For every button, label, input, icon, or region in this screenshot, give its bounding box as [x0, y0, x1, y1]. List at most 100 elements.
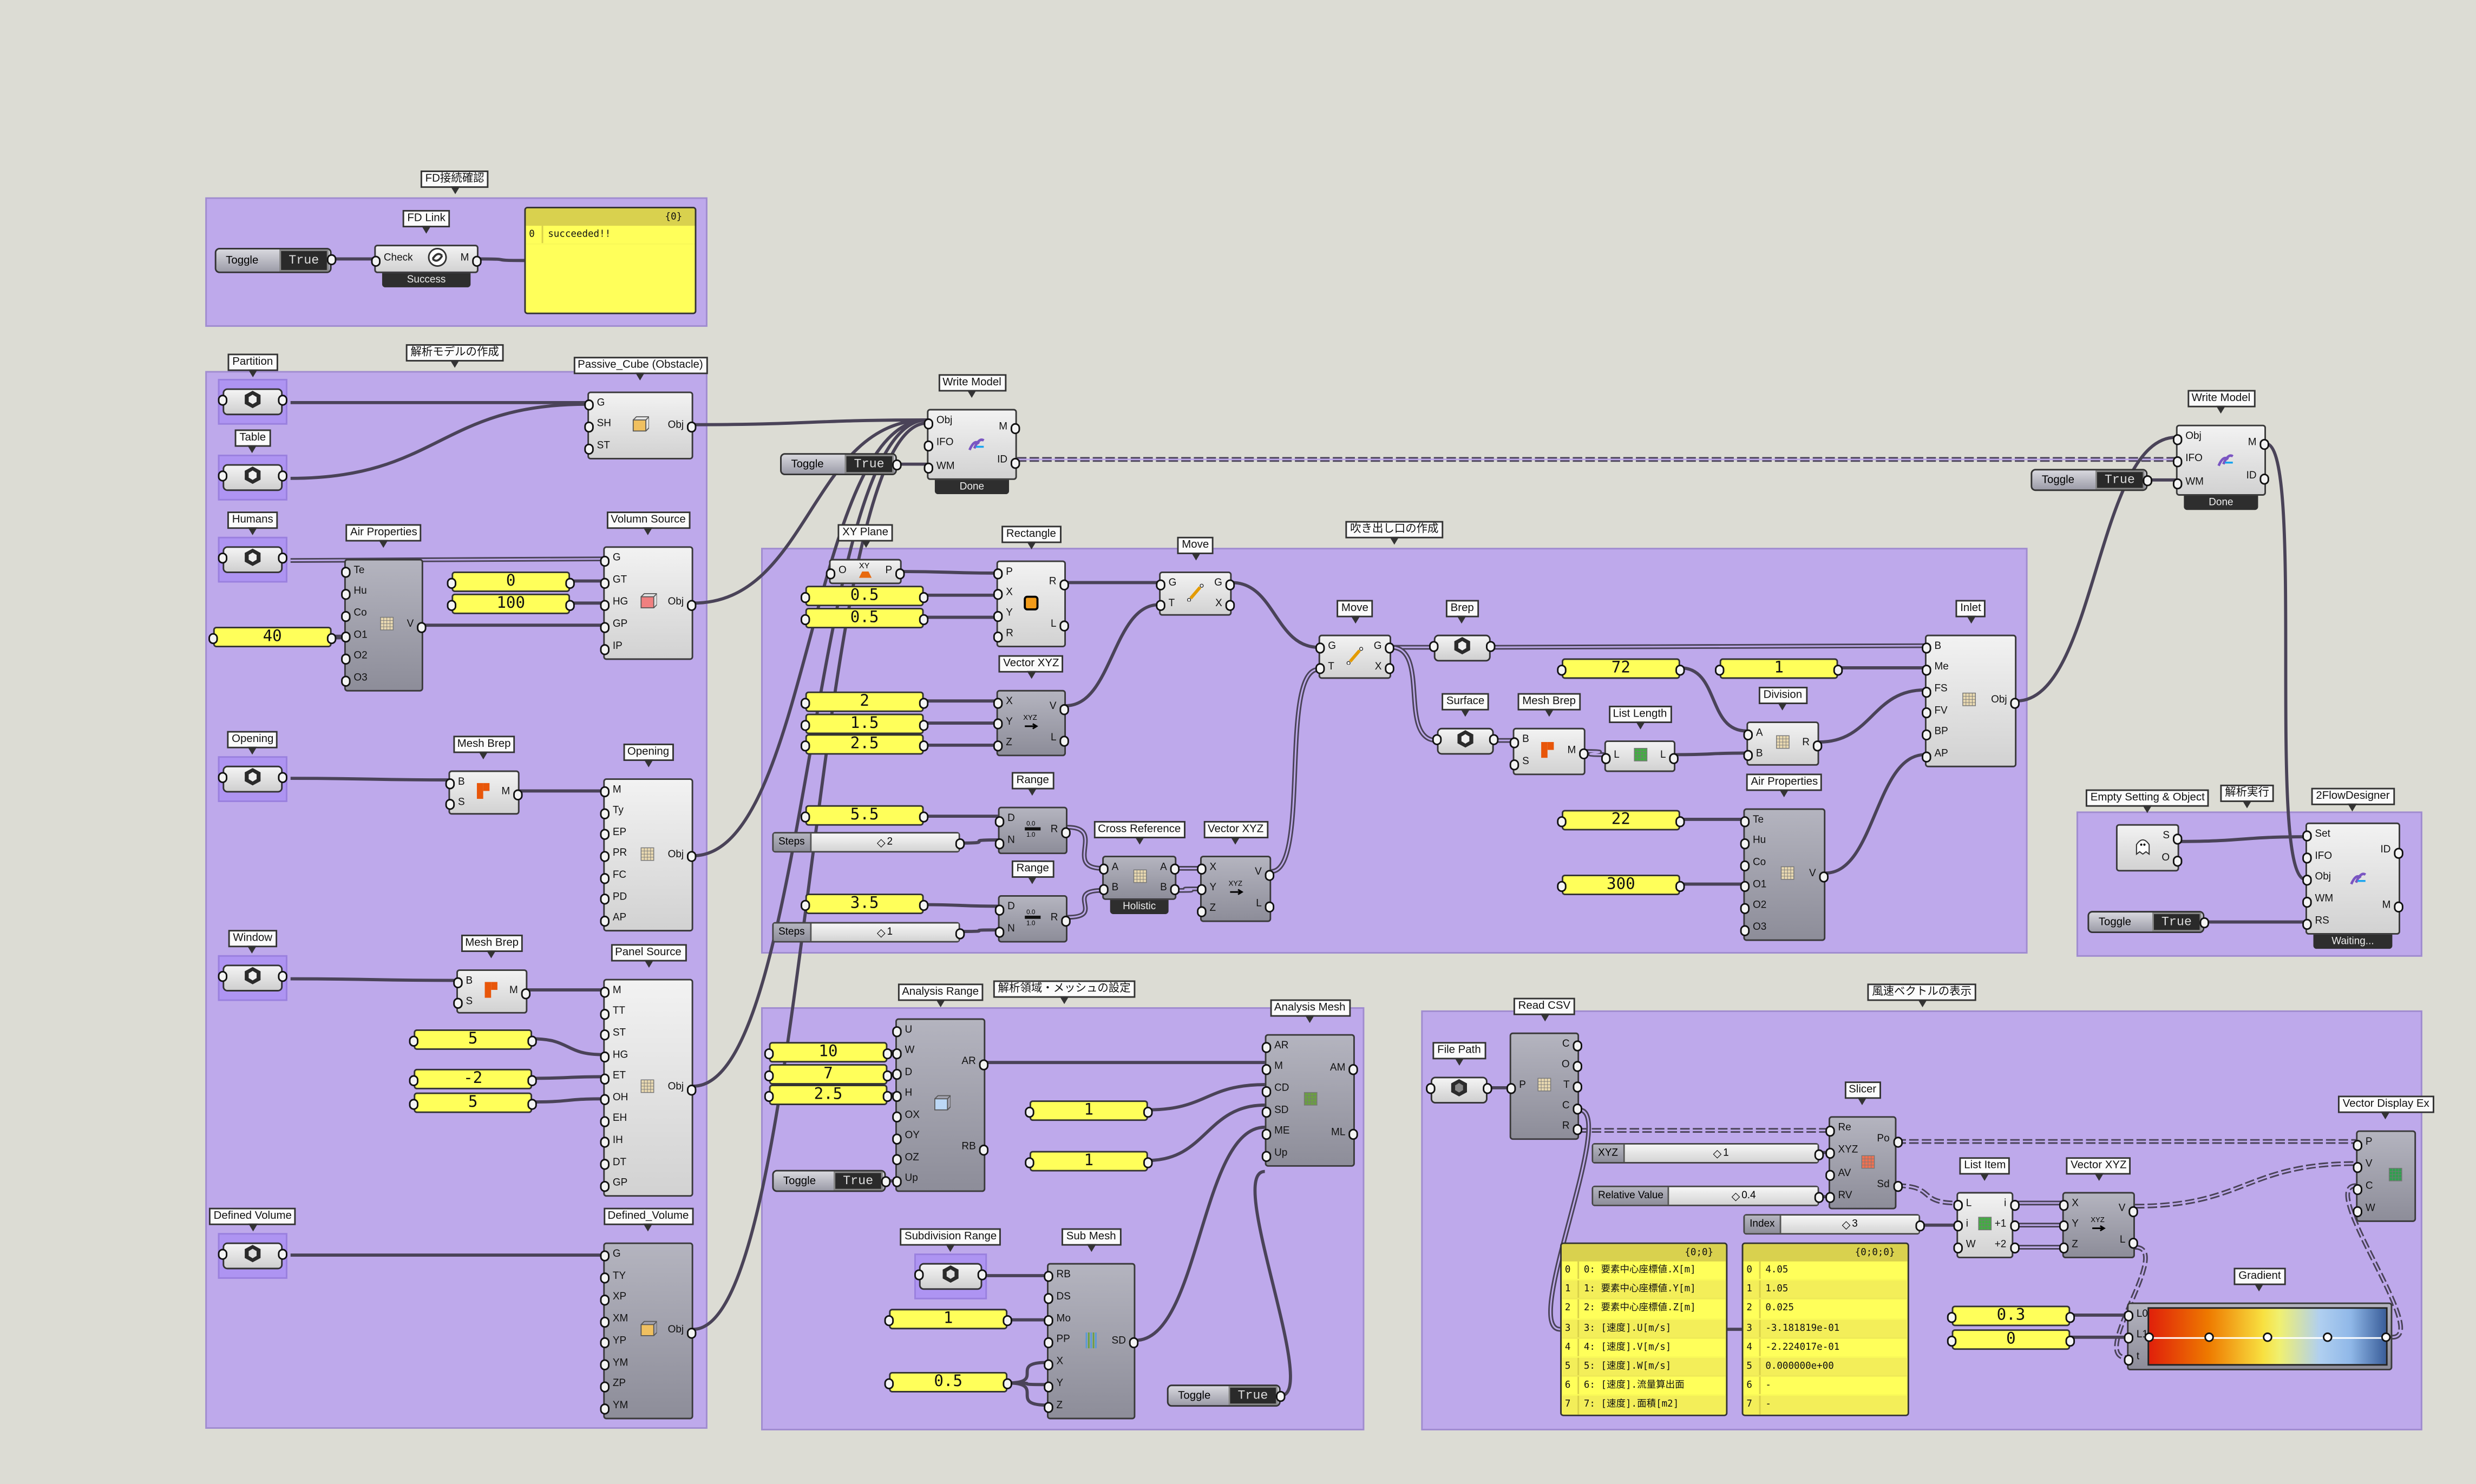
component-opening[interactable]: M Ty EP PR FC PD AP Obj: [600, 778, 697, 932]
number-n35[interactable]: 3.5: [800, 894, 929, 915]
input-port[interactable]: ZP: [600, 1379, 628, 1393]
input-port[interactable]: YM: [600, 1401, 628, 1414]
component-division[interactable]: AB R: [1742, 721, 1822, 766]
output-port[interactable]: M: [501, 786, 525, 800]
gradient-handle[interactable]: [2322, 1331, 2332, 1342]
slider-track[interactable]: ◇ 2: [811, 833, 959, 851]
input-port[interactable]: S: [452, 995, 473, 1009]
output-port[interactable]: M: [2381, 899, 2402, 913]
input-port[interactable]: Check: [370, 253, 413, 266]
input-port[interactable]: TY: [600, 1270, 628, 1284]
input-port[interactable]: PP: [1044, 1335, 1071, 1349]
input-port[interactable]: DS: [1044, 1291, 1071, 1305]
input-port[interactable]: A: [1098, 861, 1118, 875]
slider-knob-icon[interactable]: ◇: [1713, 1147, 1722, 1159]
gradient-handle[interactable]: [2145, 1331, 2154, 1342]
input-port[interactable]: W: [892, 1046, 919, 1059]
input-port[interactable]: G: [600, 1249, 628, 1262]
input-port[interactable]: L: [1602, 750, 1620, 764]
output-port[interactable]: Obj: [668, 597, 697, 610]
output-port[interactable]: C: [1562, 1101, 1583, 1114]
output-port[interactable]: Obj: [1991, 695, 2020, 708]
input-port[interactable]: Y: [992, 717, 1013, 731]
input-port[interactable]: B: [1098, 882, 1118, 895]
input-port[interactable]: WM: [2173, 476, 2204, 490]
input-port[interactable]: U: [892, 1024, 919, 1038]
gradient-handle[interactable]: [2204, 1331, 2213, 1342]
toggle-value[interactable]: True: [833, 1171, 883, 1191]
gradient-handle[interactable]: [2381, 1331, 2391, 1342]
output-port[interactable]: R: [1802, 737, 1822, 751]
component-writemodel2[interactable]: Obj IFO WM M ID Done: [2173, 424, 2268, 510]
slider-s2[interactable]: Steps ◇ 1: [772, 922, 965, 943]
input-port[interactable]: XYZ: [1825, 1145, 1858, 1159]
input-port[interactable]: OY: [892, 1131, 920, 1145]
component-passive[interactable]: G SH ST Obj: [584, 391, 697, 459]
number-n03[interactable]: 0.3: [1947, 1305, 2075, 1327]
toggle-value[interactable]: True: [2095, 470, 2145, 490]
input-port[interactable]: AP: [600, 913, 627, 927]
component-vec1[interactable]: X Y Z XYZ V L: [992, 690, 1071, 757]
input-port[interactable]: SD: [1262, 1105, 1289, 1119]
component-anmesh[interactable]: AR M CD SD ME Up AM ML: [1262, 1034, 1358, 1167]
input-port[interactable]: FV: [1922, 705, 1948, 719]
input-port[interactable]: FS: [1922, 684, 1948, 698]
output-port[interactable]: V: [1050, 701, 1071, 714]
input-port[interactable]: Me: [1922, 662, 1949, 676]
number-n55[interactable]: 5.5: [800, 805, 929, 826]
input-port[interactable]: Z: [1196, 903, 1216, 917]
input-port[interactable]: Te: [341, 565, 367, 579]
input-port[interactable]: XP: [600, 1292, 628, 1306]
input-port[interactable]: Set: [2302, 829, 2333, 842]
param-humans[interactable]: [218, 546, 287, 573]
input-port[interactable]: P: [1505, 1080, 1526, 1094]
component-definedvol[interactable]: G TY XP XM YP YM ZP YM Obj: [600, 1242, 697, 1420]
input-port[interactable]: X: [1196, 862, 1216, 875]
input-port[interactable]: DT: [600, 1157, 628, 1170]
toggle-t3[interactable]: Toggle True: [2030, 469, 2153, 491]
output-port[interactable]: X: [1214, 597, 1235, 611]
input-port[interactable]: H: [892, 1088, 919, 1102]
component-flowdesigner[interactable]: Set IFO Obj WM RS ID M Waiting...: [2302, 822, 2402, 949]
output-port[interactable]: M: [2246, 437, 2268, 451]
slider-s3[interactable]: XYZ ◇ 1: [1591, 1142, 1824, 1164]
component-listlen[interactable]: LL: [1602, 740, 1677, 772]
input-port[interactable]: ST: [584, 441, 611, 455]
param-openingp[interactable]: [218, 765, 287, 793]
component-anrange[interactable]: U W D H OX OY OZ Up AR RB: [892, 1018, 989, 1192]
input-port[interactable]: Hu: [1740, 836, 1766, 850]
component-submesh[interactable]: RB DS Mo PP X Y Z SD: [1044, 1263, 1139, 1420]
output-port[interactable]: R: [1562, 1121, 1583, 1135]
slider-track[interactable]: ◇ 1: [1624, 1144, 1818, 1162]
toggle-t5[interactable]: Toggle True: [772, 1170, 891, 1192]
output-port[interactable]: SD: [1112, 1335, 1139, 1349]
input-port[interactable]: PD: [600, 891, 627, 905]
output-port[interactable]: AR: [961, 1056, 989, 1070]
number-n05c[interactable]: 0.5: [884, 1371, 1012, 1393]
param-table[interactable]: [218, 464, 287, 491]
number-n25b[interactable]: 2.5: [764, 1085, 893, 1105]
input-port[interactable]: OX: [892, 1109, 920, 1123]
input-port[interactable]: Y: [1044, 1378, 1071, 1392]
input-port[interactable]: Obj: [2302, 872, 2333, 886]
input-port[interactable]: Z: [1044, 1400, 1071, 1414]
input-port[interactable]: Up: [892, 1173, 919, 1187]
output-port[interactable]: G: [1214, 577, 1235, 590]
output-port[interactable]: P: [885, 565, 907, 579]
component-move2[interactable]: GTGX: [1315, 634, 1395, 679]
input-port[interactable]: G: [600, 553, 628, 566]
output-port[interactable]: C: [1562, 1038, 1583, 1052]
input-port[interactable]: OH: [600, 1092, 628, 1106]
gradient-handle[interactable]: [2263, 1331, 2273, 1342]
input-port[interactable]: IH: [600, 1135, 628, 1149]
number-n0[interactable]: 0: [447, 571, 575, 592]
input-port[interactable]: T: [1315, 661, 1336, 674]
number-n300[interactable]: 300: [1557, 875, 1685, 895]
component-airprop1[interactable]: Te Hu Co O1 O2 O3 V: [341, 559, 428, 692]
output-port[interactable]: X: [1374, 661, 1395, 674]
input-port[interactable]: Up: [1262, 1148, 1289, 1161]
output-port[interactable]: ID: [2246, 471, 2268, 484]
input-port[interactable]: ST: [600, 1028, 628, 1041]
number-n05a[interactable]: 0.5: [800, 586, 929, 607]
component-rect[interactable]: PXYRRL: [994, 560, 1068, 648]
